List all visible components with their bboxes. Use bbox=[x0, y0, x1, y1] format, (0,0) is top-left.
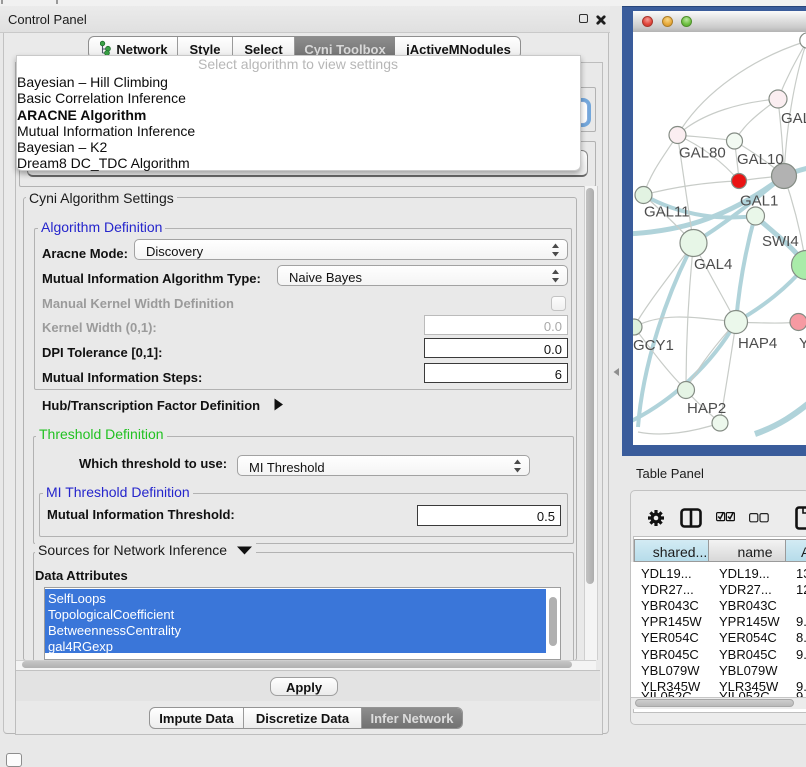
svg-text:HAP4: HAP4 bbox=[738, 335, 777, 352]
svg-text:GAL4: GAL4 bbox=[694, 256, 732, 273]
svg-text:HAP2: HAP2 bbox=[687, 400, 726, 417]
svg-text:GAL11: GAL11 bbox=[644, 204, 690, 221]
svg-text:GAL80: GAL80 bbox=[679, 145, 726, 162]
svg-text:SWI4: SWI4 bbox=[762, 233, 799, 250]
svg-text:GAL7: GAL7 bbox=[781, 110, 806, 127]
svg-text:GCY1: GCY1 bbox=[633, 337, 674, 354]
svg-text:GAL10: GAL10 bbox=[737, 151, 784, 168]
svg-text:GAL1: GAL1 bbox=[740, 193, 778, 210]
svg-text:YER: YER bbox=[799, 335, 806, 352]
